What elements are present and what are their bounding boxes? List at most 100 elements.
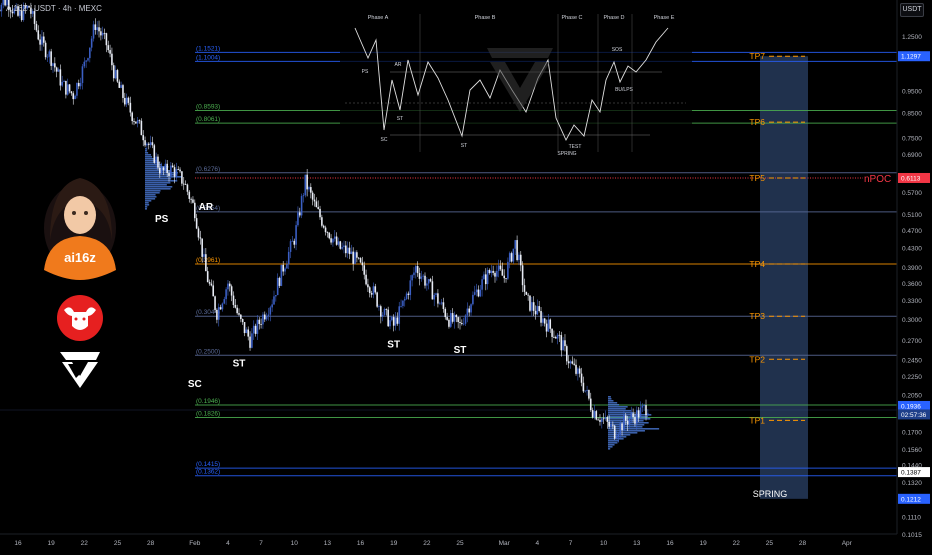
- candle-body: [640, 408, 642, 418]
- volume-profile-bar: [608, 408, 626, 410]
- candle-body: [177, 169, 179, 170]
- candle-body: [573, 364, 575, 365]
- candle-body: [489, 270, 491, 273]
- candle-body: [647, 413, 649, 415]
- candle-body: [93, 24, 95, 38]
- candle-body: [540, 311, 542, 323]
- candle-body: [409, 280, 411, 295]
- candle-body: [524, 285, 526, 292]
- candle-body: [352, 252, 354, 264]
- candle-body: [411, 275, 413, 280]
- candle-body: [76, 83, 78, 96]
- candle-body: [479, 290, 481, 297]
- candle-body: [222, 304, 224, 310]
- candle-body: [548, 319, 550, 331]
- price-tick-label: 0.1700: [902, 430, 922, 437]
- time-tick-label: 7: [569, 540, 573, 547]
- candle-body: [544, 318, 546, 323]
- candle-body: [363, 265, 365, 274]
- candle-body: [74, 96, 76, 99]
- wyckoff-label: ST: [233, 359, 246, 370]
- candle-body: [207, 271, 209, 282]
- price-tick-label: 0.4300: [902, 246, 922, 253]
- fib-label: (0.2500): [196, 348, 220, 355]
- wyckoff-label: SC: [188, 379, 202, 390]
- candle-body: [216, 310, 218, 320]
- candle-body: [328, 233, 330, 239]
- time-tick-label: Mar: [499, 540, 511, 547]
- candle-body: [187, 185, 189, 192]
- candle-body: [384, 309, 386, 315]
- candle-body: [463, 324, 465, 325]
- candle-body: [605, 417, 607, 419]
- price-tick-label: 0.2250: [902, 374, 922, 381]
- price-tick-label: 0.8500: [902, 111, 922, 118]
- time-tick-label: 16: [357, 540, 365, 547]
- candle-body: [268, 315, 270, 317]
- currency-button[interactable]: USDT: [900, 3, 924, 17]
- candle-body: [200, 237, 202, 238]
- candle-body: [277, 278, 279, 295]
- tp-label: TP3: [749, 311, 765, 321]
- candle-body: [314, 200, 316, 202]
- time-tick-label: 22: [81, 540, 89, 547]
- candle-body: [529, 295, 531, 310]
- candle-body: [122, 85, 124, 98]
- candle-body: [109, 50, 111, 54]
- candle-body: [80, 83, 82, 86]
- volume-profile-bar: [145, 154, 151, 156]
- price-badge-label: 1.1297: [901, 54, 921, 61]
- candle-body: [157, 157, 159, 168]
- candle-body: [82, 66, 84, 83]
- fib-label: (1.1521): [196, 45, 220, 52]
- inset-point-label: SC: [381, 137, 388, 143]
- volume-profile-bar: [145, 152, 148, 154]
- candle-body: [238, 313, 240, 315]
- candle-body: [557, 335, 559, 339]
- candle-body: [433, 295, 435, 299]
- time-tick-label: 13: [324, 540, 332, 547]
- candle-body: [461, 323, 463, 324]
- candle-body: [43, 37, 45, 43]
- candle-body: [316, 201, 318, 207]
- candle-body: [446, 317, 448, 320]
- chart-container[interactable]: (1.1521)(1.1004)(0.8593)(0.8061)(0.6276)…: [0, 0, 932, 550]
- candle-body: [516, 240, 518, 260]
- price-chart[interactable]: (1.1521)(1.1004)(0.8593)(0.8061)(0.6276)…: [0, 0, 932, 550]
- candle-body: [325, 228, 327, 233]
- volume-profile-bar: [608, 396, 611, 398]
- candle-body: [518, 255, 520, 260]
- candle-body: [198, 228, 200, 237]
- candle-body: [514, 240, 516, 249]
- candle-body: [387, 310, 389, 327]
- npoc-label: nPOC: [864, 174, 891, 185]
- candle-body: [133, 121, 135, 122]
- candle-body: [457, 317, 459, 322]
- candle-body: [330, 238, 332, 242]
- candle-body: [96, 27, 98, 30]
- candle-body: [135, 122, 137, 124]
- price-badge-label: 0.1387: [901, 470, 921, 477]
- candle-body: [507, 262, 509, 279]
- candle-body: [181, 171, 183, 183]
- volume-profile-bar: [145, 178, 171, 180]
- volume-profile-bar: [608, 402, 617, 404]
- time-tick-label: 25: [766, 540, 774, 547]
- candle-body: [303, 195, 305, 196]
- candle-body: [397, 317, 399, 323]
- candle-body: [560, 335, 562, 350]
- candle-body: [645, 405, 647, 415]
- candle-body: [270, 307, 272, 314]
- candle-body: [170, 166, 172, 176]
- volume-profile-bar: [608, 406, 628, 408]
- candle-body: [107, 45, 109, 50]
- candle-body: [343, 246, 345, 248]
- candle-body: [398, 306, 400, 323]
- candle-body: [174, 167, 176, 177]
- candle-body: [616, 437, 618, 438]
- fib-label: (0.3961): [196, 257, 220, 264]
- candle-body: [630, 413, 632, 418]
- candle-body: [441, 302, 443, 303]
- candle-body: [636, 410, 638, 423]
- candle-body: [347, 248, 349, 253]
